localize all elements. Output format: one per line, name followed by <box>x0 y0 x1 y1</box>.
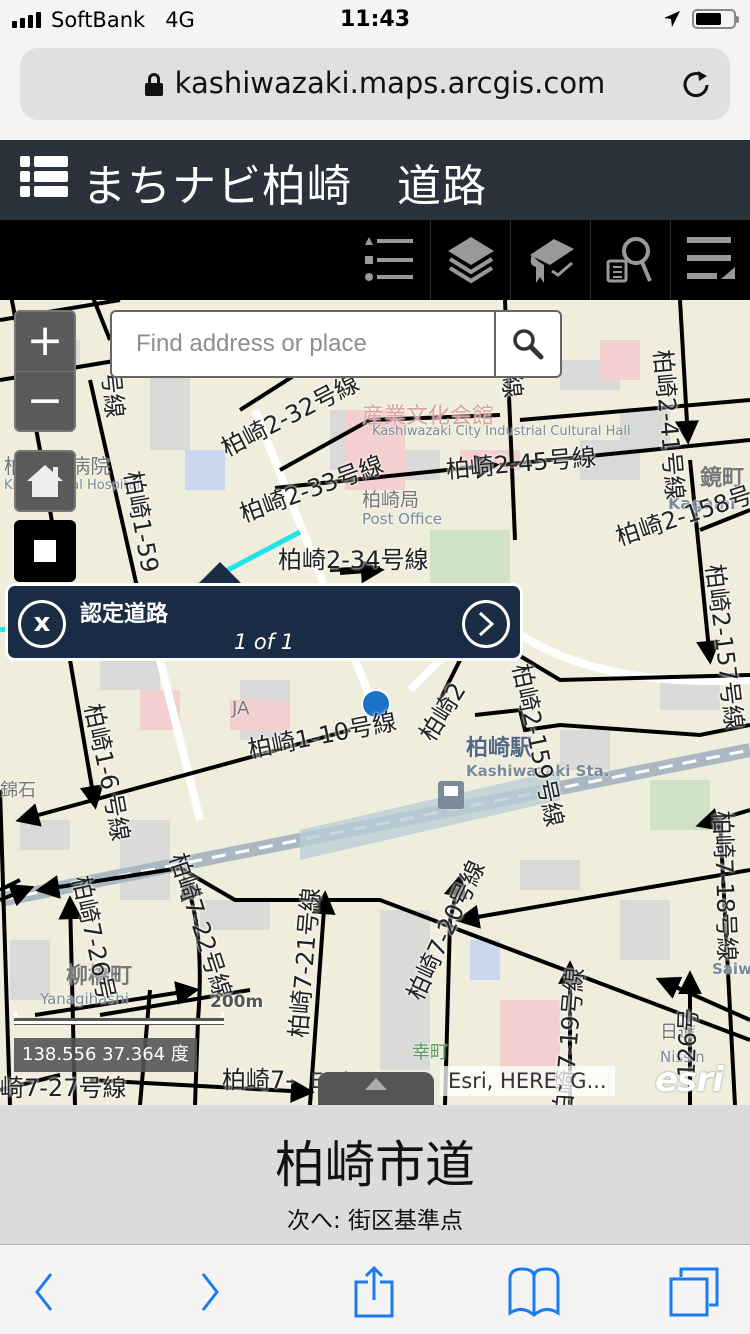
status-bar: SoftBank 4G 11:43 <box>0 0 750 40</box>
location-arrow-icon <box>664 11 680 27</box>
attribution-expand-tab[interactable] <box>318 1072 434 1106</box>
legend-button[interactable] <box>350 220 430 300</box>
home-button[interactable] <box>14 450 76 512</box>
map-view[interactable]: 産業文化会館 Kashiwazaki City Industrial Cultu… <box>0 300 750 1105</box>
place-label: JA <box>232 698 250 719</box>
stop-icon <box>34 540 56 562</box>
road-label: 柏崎2-34号線 <box>278 546 429 574</box>
list-menu-icon[interactable] <box>20 156 68 198</box>
chevron-up-icon <box>365 1078 387 1090</box>
chevron-left-icon <box>35 1273 53 1311</box>
bookmarks-icon <box>508 1267 560 1317</box>
bookmarks-button[interactable] <box>504 1266 564 1318</box>
chevron-right-icon <box>478 611 495 637</box>
popup-next-button[interactable] <box>462 600 510 648</box>
attribution-text[interactable]: Esri, HERE, G... <box>440 1066 615 1096</box>
scale-bar <box>14 1012 224 1024</box>
app-title: まちナビ柏崎 道路 <box>82 161 487 212</box>
bottom-panel: 柏崎市道 次へ: 街区基準点 <box>0 1105 750 1245</box>
status-time: 11:43 <box>339 7 411 32</box>
place-label: 柏崎局 <box>362 489 420 511</box>
layers-button[interactable] <box>430 220 510 300</box>
graduation-cap-icon <box>529 239 574 283</box>
back-button[interactable] <box>14 1266 74 1318</box>
url-bar[interactable]: kashiwazaki.maps.arcgis.com <box>20 48 730 120</box>
menu-lines-icon <box>686 237 735 279</box>
scale-label: 200m <box>210 992 264 1012</box>
next-link[interactable]: 次へ: 街区基準点 <box>0 1201 750 1235</box>
zoom-in-button[interactable]: + <box>16 312 74 370</box>
layers-icon <box>447 237 494 284</box>
place-label: Saiwai <box>712 960 750 978</box>
tabs-button[interactable] <box>664 1266 724 1318</box>
search-box <box>110 310 562 378</box>
home-icon <box>27 465 63 497</box>
feature-popup: x 認定道路 1 of 1 <box>5 583 523 661</box>
road-label: 柏崎7- <box>222 1066 294 1094</box>
road-label: 崎7-27号線 <box>0 1074 127 1102</box>
place-label: Post Office <box>362 510 442 528</box>
popup-title: 認定道路 <box>80 602 169 627</box>
page-title: 柏崎市道 <box>275 1136 475 1194</box>
url-text[interactable]: kashiwazaki.maps.arcgis.com <box>175 66 606 100</box>
zoom-out-button[interactable]: − <box>16 372 74 430</box>
lock-icon <box>144 73 163 96</box>
coordinates-readout: 138.556 37.364 度 <box>14 1038 197 1072</box>
share-button[interactable] <box>344 1266 404 1318</box>
search-icon <box>513 329 544 360</box>
share-icon <box>354 1266 394 1318</box>
place-label: 錦石 <box>0 780 36 801</box>
search-button[interactable] <box>494 312 560 376</box>
chevron-right-icon <box>201 1273 219 1311</box>
stop-location-button[interactable] <box>14 520 76 582</box>
road-label: 柏崎7-18号線 <box>708 810 742 962</box>
menu-button[interactable] <box>670 220 750 300</box>
popup-count: 1 of 1 <box>233 630 295 654</box>
search-input[interactable] <box>112 312 496 376</box>
forward-button[interactable] <box>180 1266 240 1318</box>
place-label: 幸町 <box>412 1042 448 1063</box>
tabs-icon <box>669 1267 719 1317</box>
query-search-icon <box>606 237 652 283</box>
zoom-control: + − <box>14 310 76 432</box>
battery-icon <box>692 9 739 29</box>
esri-logo: esri <box>655 1060 724 1100</box>
reload-icon[interactable] <box>680 68 712 100</box>
about-button[interactable] <box>510 220 590 300</box>
query-button[interactable] <box>590 220 670 300</box>
legend-list-icon <box>365 237 413 281</box>
